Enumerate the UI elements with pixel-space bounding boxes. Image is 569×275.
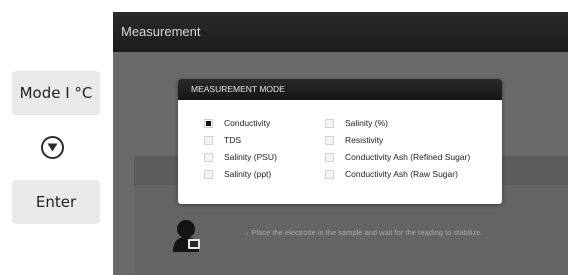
option-checkbox[interactable] (204, 135, 213, 145)
option-resistivity[interactable]: Resistivity (325, 135, 383, 145)
option-salinity-ppt[interactable]: Salinity (ppt) (204, 169, 271, 179)
dialog-title: MEASUREMENT MODE (178, 79, 502, 100)
screen-header: Measurement (113, 12, 568, 52)
screen-title: Measurement (121, 24, 201, 39)
option-tds[interactable]: TDS (204, 135, 241, 145)
option-label: Conductivity Ash (Refined Sugar) (345, 152, 471, 162)
option-checkbox[interactable] (325, 169, 334, 179)
enter-button[interactable]: Enter (12, 180, 100, 224)
option-checkbox[interactable] (204, 169, 213, 179)
option-salinity-psu[interactable]: Salinity (PSU) (204, 152, 277, 162)
measurement-mode-dialog: MEASUREMENT MODE Conductivity TDS Salini… (178, 79, 502, 204)
user-electrode-icon (173, 220, 200, 252)
option-checkbox[interactable] (204, 118, 213, 128)
mode-button[interactable]: Mode I °C (12, 71, 100, 115)
option-checkbox[interactable] (325, 135, 334, 145)
option-conductivity-ash-raw[interactable]: Conductivity Ash (Raw Sugar) (325, 169, 458, 179)
option-label: Salinity (%) (345, 118, 388, 128)
option-checkbox[interactable] (204, 152, 213, 162)
option-label: Salinity (PSU) (224, 152, 277, 162)
down-arrow-button[interactable] (41, 136, 64, 159)
triangle-down-icon (47, 143, 58, 152)
instruction-text: → Place the electrode in the sample and … (242, 228, 483, 237)
app-stage: Mode I °C Enter Measurement → Place the … (0, 0, 569, 275)
option-conductivity-ash-refined[interactable]: Conductivity Ash (Refined Sugar) (325, 152, 470, 162)
option-label: Resistivity (345, 135, 384, 145)
option-salinity-percent[interactable]: Salinity (%) (325, 118, 388, 128)
option-label: Salinity (ppt) (224, 169, 272, 179)
option-label: Conductivity Ash (Raw Sugar) (345, 169, 458, 179)
option-label: TDS (224, 135, 241, 145)
option-label: Conductivity (224, 118, 271, 128)
option-checkbox[interactable] (325, 118, 334, 128)
option-checkbox[interactable] (325, 152, 334, 162)
option-conductivity[interactable]: Conductivity (204, 118, 270, 128)
